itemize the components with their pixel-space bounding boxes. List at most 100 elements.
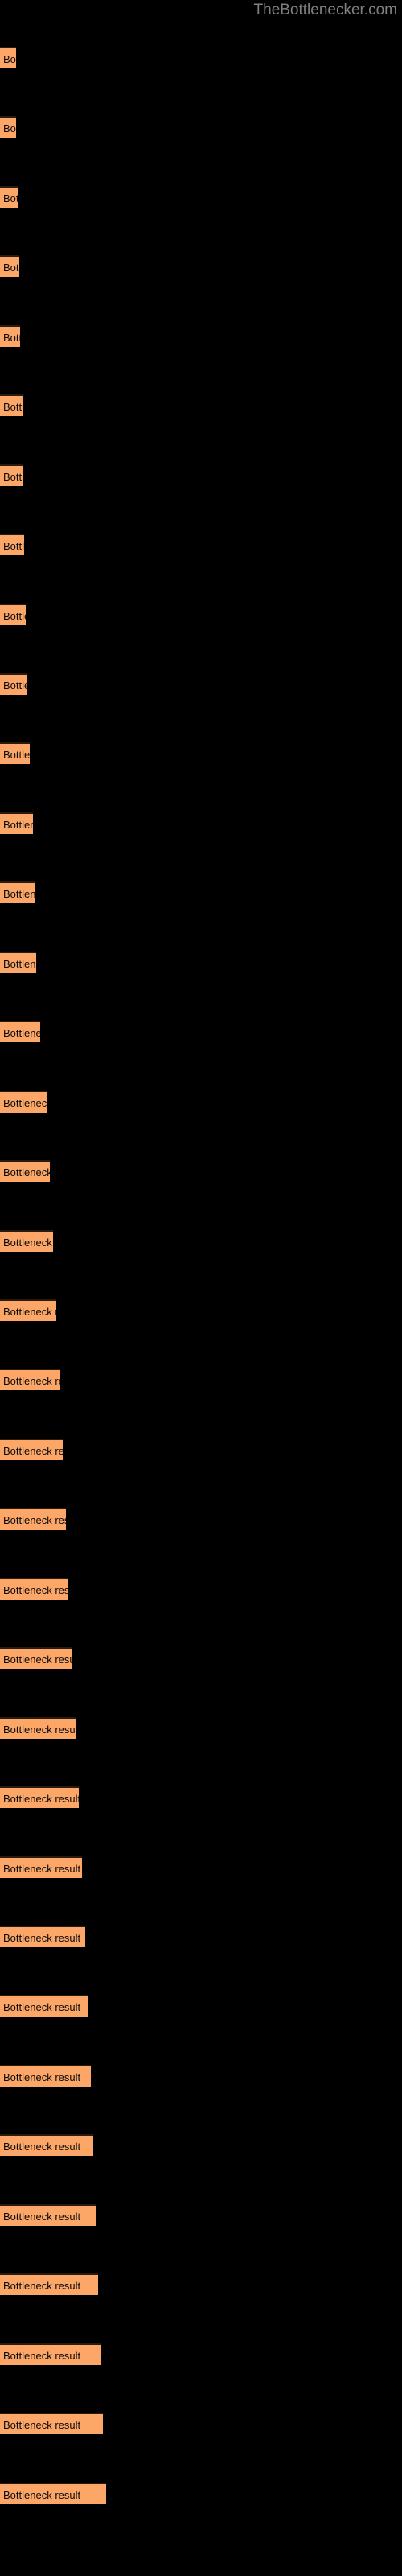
bar[interactable]: Bottleneck result [0, 1995, 88, 2017]
bar-row: Bottleneck result [0, 2134, 402, 2156]
bar-row: Bottleneck result [0, 742, 402, 764]
bar-label: Bottleneck result [3, 1724, 76, 1736]
bar-row: Bottleneck result [0, 2413, 402, 2434]
bar-label: Bottleneck result [3, 2280, 81, 2292]
bar-row: Bottleneck result [0, 394, 402, 416]
bar-row: Bottleneck result [0, 1091, 402, 1113]
bar[interactable]: Bottleneck result [0, 1926, 85, 1947]
bar-row: Bottleneck result [0, 1995, 402, 2017]
bottleneck-bar-chart: Bottleneck result Bottleneck result Bottle… [0, 0, 402, 2576]
bar-row: Bottleneck result [0, 1230, 402, 1252]
bar-label: Bottleneck result [3, 540, 24, 552]
bar-label: Bottleneck result [3, 262, 19, 274]
bar-label: Bottleneck result [3, 819, 33, 831]
bar-label: Bottleneck result [3, 1932, 81, 1944]
bar-label: Bottleneck result [3, 1027, 40, 1039]
bar-label: Bottleneck result [3, 332, 20, 344]
bar-label: Bottleneck result [3, 401, 23, 413]
bar[interactable]: Bottleneck result [0, 604, 26, 625]
bar-row: Bottleneck result [0, 1578, 402, 1600]
bar[interactable]: Bottleneck result [0, 47, 16, 68]
bar-label: Bottleneck result [3, 610, 26, 622]
bar-row: Bottleneck result [0, 47, 402, 68]
bar-label: Bottleneck result [3, 2071, 81, 2083]
bar-label: Bottleneck result [3, 2419, 81, 2431]
bar[interactable]: Bottleneck result [0, 2273, 98, 2295]
bar-row: Bottleneck result [0, 952, 402, 973]
bar[interactable]: Bottleneck result [0, 881, 35, 903]
bar-label: Bottleneck result [3, 1514, 66, 1526]
bar[interactable]: Bottleneck result [0, 812, 33, 834]
bar[interactable]: Bottleneck result [0, 2413, 103, 2434]
bar[interactable]: Bottleneck result [0, 1786, 79, 1808]
bar-row: Bottleneck result [0, 1021, 402, 1042]
bar-label: Bottleneck result [3, 122, 16, 134]
bar-row: Bottleneck result [0, 2343, 402, 2365]
bar-label: Bottleneck result [3, 471, 23, 483]
bar-row: Bottleneck result [0, 116, 402, 138]
bar-label: Bottleneck result [3, 1166, 50, 1179]
bar-row: Bottleneck result [0, 255, 402, 277]
bar-label: Bottleneck result [3, 2140, 81, 2153]
bar-label: Bottleneck result [3, 2350, 81, 2362]
bar-row: Bottleneck result [0, 2273, 402, 2295]
bar[interactable]: Bottleneck result [0, 255, 19, 277]
bar-row: Bottleneck result [0, 325, 402, 347]
bar[interactable]: Bottleneck result [0, 534, 24, 555]
bar-label: Bottleneck result [3, 1863, 81, 1875]
bar[interactable]: Bottleneck result [0, 673, 27, 695]
bar-label: Bottleneck result [3, 679, 27, 691]
bar-row: Bottleneck result [0, 1160, 402, 1182]
bar[interactable]: Bottleneck result [0, 1578, 68, 1600]
bar[interactable]: Bottleneck result [0, 742, 30, 764]
bar-label: Bottleneck result [3, 1097, 47, 1109]
bar-row: Bottleneck result [0, 1299, 402, 1321]
bar[interactable]: Bottleneck result [0, 2204, 96, 2226]
bar-label: Bottleneck result [3, 2211, 81, 2223]
bar[interactable]: Bottleneck result [0, 116, 16, 138]
bar[interactable]: Bottleneck result [0, 325, 20, 347]
bar-row: Bottleneck result [0, 1926, 402, 1947]
bar-row: Bottleneck result [0, 1647, 402, 1669]
bar[interactable]: Bottleneck result [0, 1856, 82, 1878]
bar[interactable]: Bottleneck result [0, 186, 18, 208]
bar-label: Bottleneck result [3, 53, 16, 65]
bar-label: Bottleneck result [3, 1584, 68, 1596]
bar-row: Bottleneck result [0, 186, 402, 208]
bar-label: Bottleneck result [3, 2001, 81, 2013]
bar[interactable]: Bottleneck result [0, 1299, 56, 1321]
bar-label: Bottleneck result [3, 1653, 72, 1666]
bar[interactable]: Bottleneck result [0, 394, 23, 416]
bar-row: Bottleneck result [0, 1508, 402, 1530]
bar-row: Bottleneck result [0, 2204, 402, 2226]
bar-label: Bottleneck result [3, 1306, 56, 1318]
bar-label: Bottleneck result [3, 1375, 60, 1387]
bar[interactable]: Bottleneck result [0, 2343, 100, 2365]
bar[interactable]: Bottleneck result [0, 952, 36, 973]
bar[interactable]: Bottleneck result [0, 1091, 47, 1113]
bar-label: Bottleneck result [3, 2489, 81, 2501]
bar[interactable]: Bottleneck result [0, 2134, 93, 2156]
bar[interactable]: Bottleneck result [0, 2065, 91, 2087]
bar-row: Bottleneck result [0, 1717, 402, 1739]
bar-label: Bottleneck result [3, 1445, 63, 1457]
bar-label: Bottleneck result [3, 888, 35, 900]
bar[interactable]: Bottleneck result [0, 1647, 72, 1669]
bar[interactable]: Bottleneck result [0, 1230, 53, 1252]
bar-row: Bottleneck result [0, 2483, 402, 2504]
bar-row: Bottleneck result [0, 534, 402, 555]
bar-label: Bottleneck result [3, 1236, 53, 1249]
bar[interactable]: Bottleneck result [0, 1021, 40, 1042]
bar[interactable]: Bottleneck result [0, 1717, 76, 1739]
bar-label: Bottleneck result [3, 192, 18, 204]
bar[interactable]: Bottleneck result [0, 1508, 66, 1530]
bar[interactable]: Bottleneck result [0, 1160, 50, 1182]
bar[interactable]: Bottleneck result [0, 1368, 60, 1390]
bar-label: Bottleneck result [3, 749, 30, 761]
bar[interactable]: Bottleneck result [0, 1439, 63, 1460]
bar[interactable]: Bottleneck result [0, 464, 23, 486]
bar[interactable]: Bottleneck result [0, 2483, 106, 2504]
bar-label: Bottleneck result [3, 958, 36, 970]
bar-row: Bottleneck result [0, 673, 402, 695]
bar-row: Bottleneck result [0, 464, 402, 486]
